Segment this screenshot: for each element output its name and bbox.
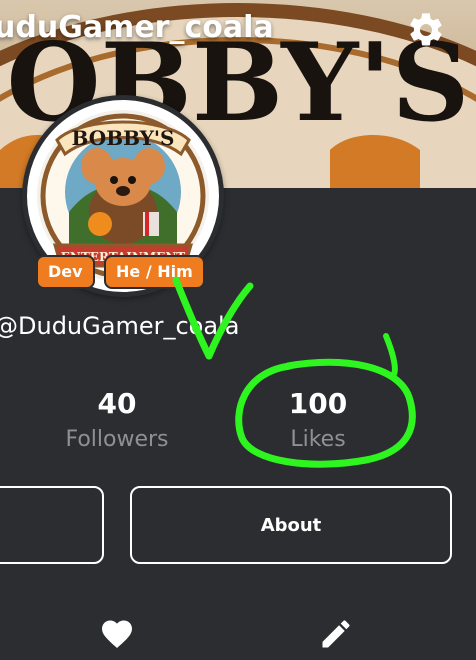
pronoun-badge: He / Him	[104, 255, 205, 289]
avatar-logo-top-text: BOBBY'S	[72, 126, 175, 150]
likes-count: 100	[288, 387, 348, 420]
followers-label: Followers	[65, 427, 169, 452]
likes-stat[interactable]: 100 Likes	[243, 386, 393, 458]
page-title: uduGamer_coala	[0, 10, 274, 45]
left-action-button[interactable]	[0, 486, 104, 564]
dev-badge: Dev	[36, 255, 95, 289]
pencil-icon	[322, 620, 350, 648]
about-button[interactable]: About	[130, 486, 452, 564]
edit-button[interactable]	[318, 616, 354, 652]
followers-count: 40	[97, 387, 137, 420]
gear-icon	[410, 13, 442, 46]
likes-label: Likes	[290, 427, 346, 452]
heart-icon	[102, 620, 132, 649]
like-button[interactable]	[99, 616, 135, 652]
followers-stat[interactable]: 40 Followers	[42, 386, 192, 458]
settings-button[interactable]	[406, 10, 446, 50]
profile-handle: @DuduGamer_coala	[0, 312, 240, 340]
